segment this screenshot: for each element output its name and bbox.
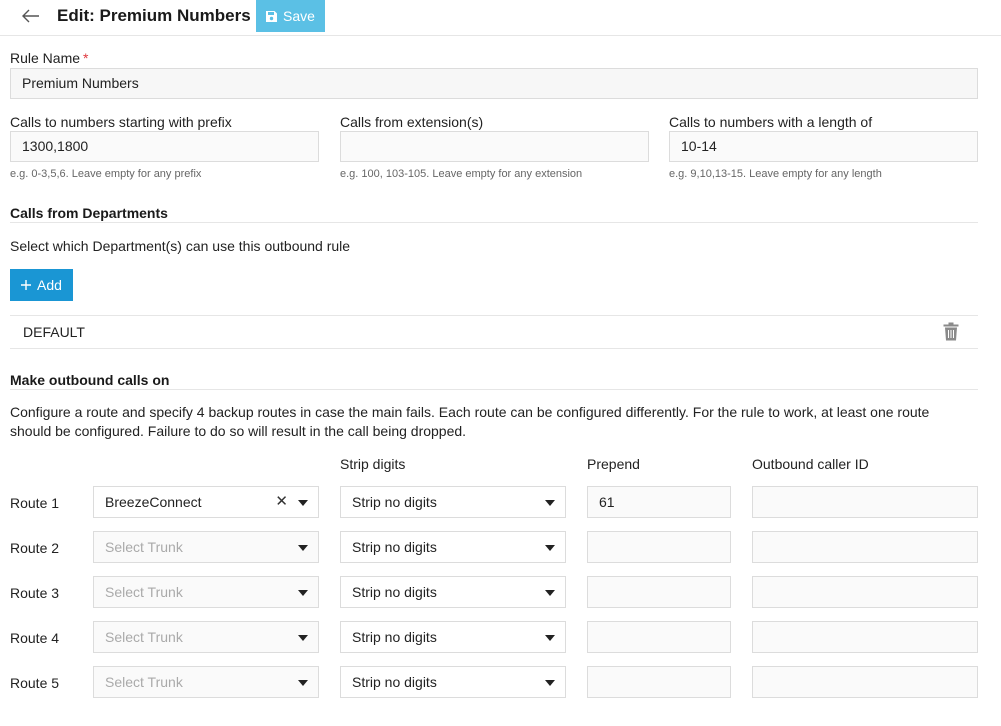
trunk-placeholder: Select Trunk <box>105 629 183 645</box>
department-row: DEFAULT <box>10 315 978 349</box>
add-department-button[interactable]: Add <box>10 269 73 301</box>
caller-id-input[interactable] <box>752 576 978 608</box>
save-label: Save <box>283 8 315 24</box>
caller-id-input[interactable] <box>752 621 978 653</box>
save-button[interactable]: Save <box>256 0 325 32</box>
prepend-input[interactable] <box>587 621 731 653</box>
departments-divider <box>10 222 978 223</box>
back-button[interactable] <box>18 4 44 28</box>
rule-name-input[interactable]: Premium Numbers <box>10 68 978 99</box>
trunk-placeholder: Select Trunk <box>105 674 183 690</box>
caret-down-icon <box>545 545 555 551</box>
outbound-description: Configure a route and specify 4 backup r… <box>10 404 930 439</box>
route-label: Route 4 <box>10 630 60 646</box>
caller-id-input[interactable] <box>752 531 978 563</box>
close-icon[interactable]: ✕ <box>275 487 288 517</box>
prefix-label: Calls to numbers starting with prefix <box>10 114 232 130</box>
caret-down-icon <box>545 680 555 686</box>
strip-value: Strip no digits <box>352 584 437 600</box>
rule-name-label-text: Rule Name <box>10 50 81 66</box>
arrow-left-icon <box>22 9 39 23</box>
caret-down-icon <box>545 500 555 506</box>
trunk-value: BreezeConnect <box>105 494 202 510</box>
caret-down-icon <box>545 635 555 641</box>
rule-name-label: Rule Name * <box>10 50 88 66</box>
outbound-title: Make outbound calls on <box>10 372 170 388</box>
required-mark: * <box>83 50 89 66</box>
route-label: Route 2 <box>10 540 60 556</box>
length-hint: e.g. 9,10,13-15. Leave empty for any len… <box>669 168 882 180</box>
prepend-input[interactable] <box>587 576 731 608</box>
trunk-select[interactable]: Select Trunk <box>93 621 319 653</box>
caret-down-icon <box>298 545 308 551</box>
trunk-select[interactable]: Select Trunk <box>93 576 319 608</box>
delete-department-button[interactable] <box>943 322 961 342</box>
strip-digits-select[interactable]: Strip no digits <box>340 576 566 608</box>
length-input[interactable]: 10-14 <box>669 131 978 162</box>
caret-down-icon <box>545 590 555 596</box>
floppy-disk-icon <box>266 10 278 22</box>
plus-icon <box>21 280 32 290</box>
caller-id-input[interactable] <box>752 486 978 518</box>
trunk-select[interactable]: Select Trunk <box>93 666 319 698</box>
length-label: Calls to numbers with a length of <box>669 114 873 130</box>
strip-value: Strip no digits <box>352 539 437 555</box>
department-name: DEFAULT <box>23 324 85 340</box>
trunk-select[interactable]: BreezeConnect ✕ <box>93 486 319 518</box>
departments-title: Calls from Departments <box>10 205 168 221</box>
prefix-hint: e.g. 0-3,5,6. Leave empty for any prefix <box>10 168 202 180</box>
caller-id-header: Outbound caller ID <box>752 456 869 472</box>
trunk-placeholder: Select Trunk <box>105 539 183 555</box>
add-label: Add <box>37 277 62 293</box>
caret-down-icon <box>298 680 308 686</box>
page-header: Edit: Premium Numbers Save <box>0 0 1001 36</box>
prefix-input[interactable]: 1300,1800 <box>10 131 319 162</box>
caret-down-icon <box>298 590 308 596</box>
strip-digits-select[interactable]: Strip no digits <box>340 621 566 653</box>
prepend-input[interactable] <box>587 666 731 698</box>
extensions-hint: e.g. 100, 103-105. Leave empty for any e… <box>340 168 583 180</box>
route-label: Route 1 <box>10 495 60 511</box>
prepend-header: Prepend <box>587 456 640 472</box>
route-label: Route 3 <box>10 585 60 601</box>
caret-down-icon <box>298 500 308 506</box>
caller-id-input[interactable] <box>752 666 978 698</box>
strip-digits-select[interactable]: Strip no digits <box>340 666 566 698</box>
extensions-input[interactable] <box>340 131 649 162</box>
page-title: Edit: Premium Numbers <box>57 6 251 25</box>
strip-value: Strip no digits <box>352 674 437 690</box>
departments-description: Select which Department(s) can use this … <box>10 238 351 254</box>
prepend-input[interactable]: 61 <box>587 486 731 518</box>
trunk-placeholder: Select Trunk <box>105 584 183 600</box>
strip-digits-select[interactable]: Strip no digits <box>340 486 566 518</box>
strip-digits-header: Strip digits <box>340 456 406 472</box>
strip-value: Strip no digits <box>352 629 437 645</box>
trunk-select[interactable]: Select Trunk <box>93 531 319 563</box>
caret-down-icon <box>298 635 308 641</box>
strip-digits-select[interactable]: Strip no digits <box>340 531 566 563</box>
strip-value: Strip no digits <box>352 494 437 510</box>
extensions-label: Calls from extension(s) <box>340 114 484 130</box>
prepend-input[interactable] <box>587 531 731 563</box>
trash-icon <box>943 322 959 341</box>
route-label: Route 5 <box>10 675 60 691</box>
outbound-divider <box>10 389 978 390</box>
